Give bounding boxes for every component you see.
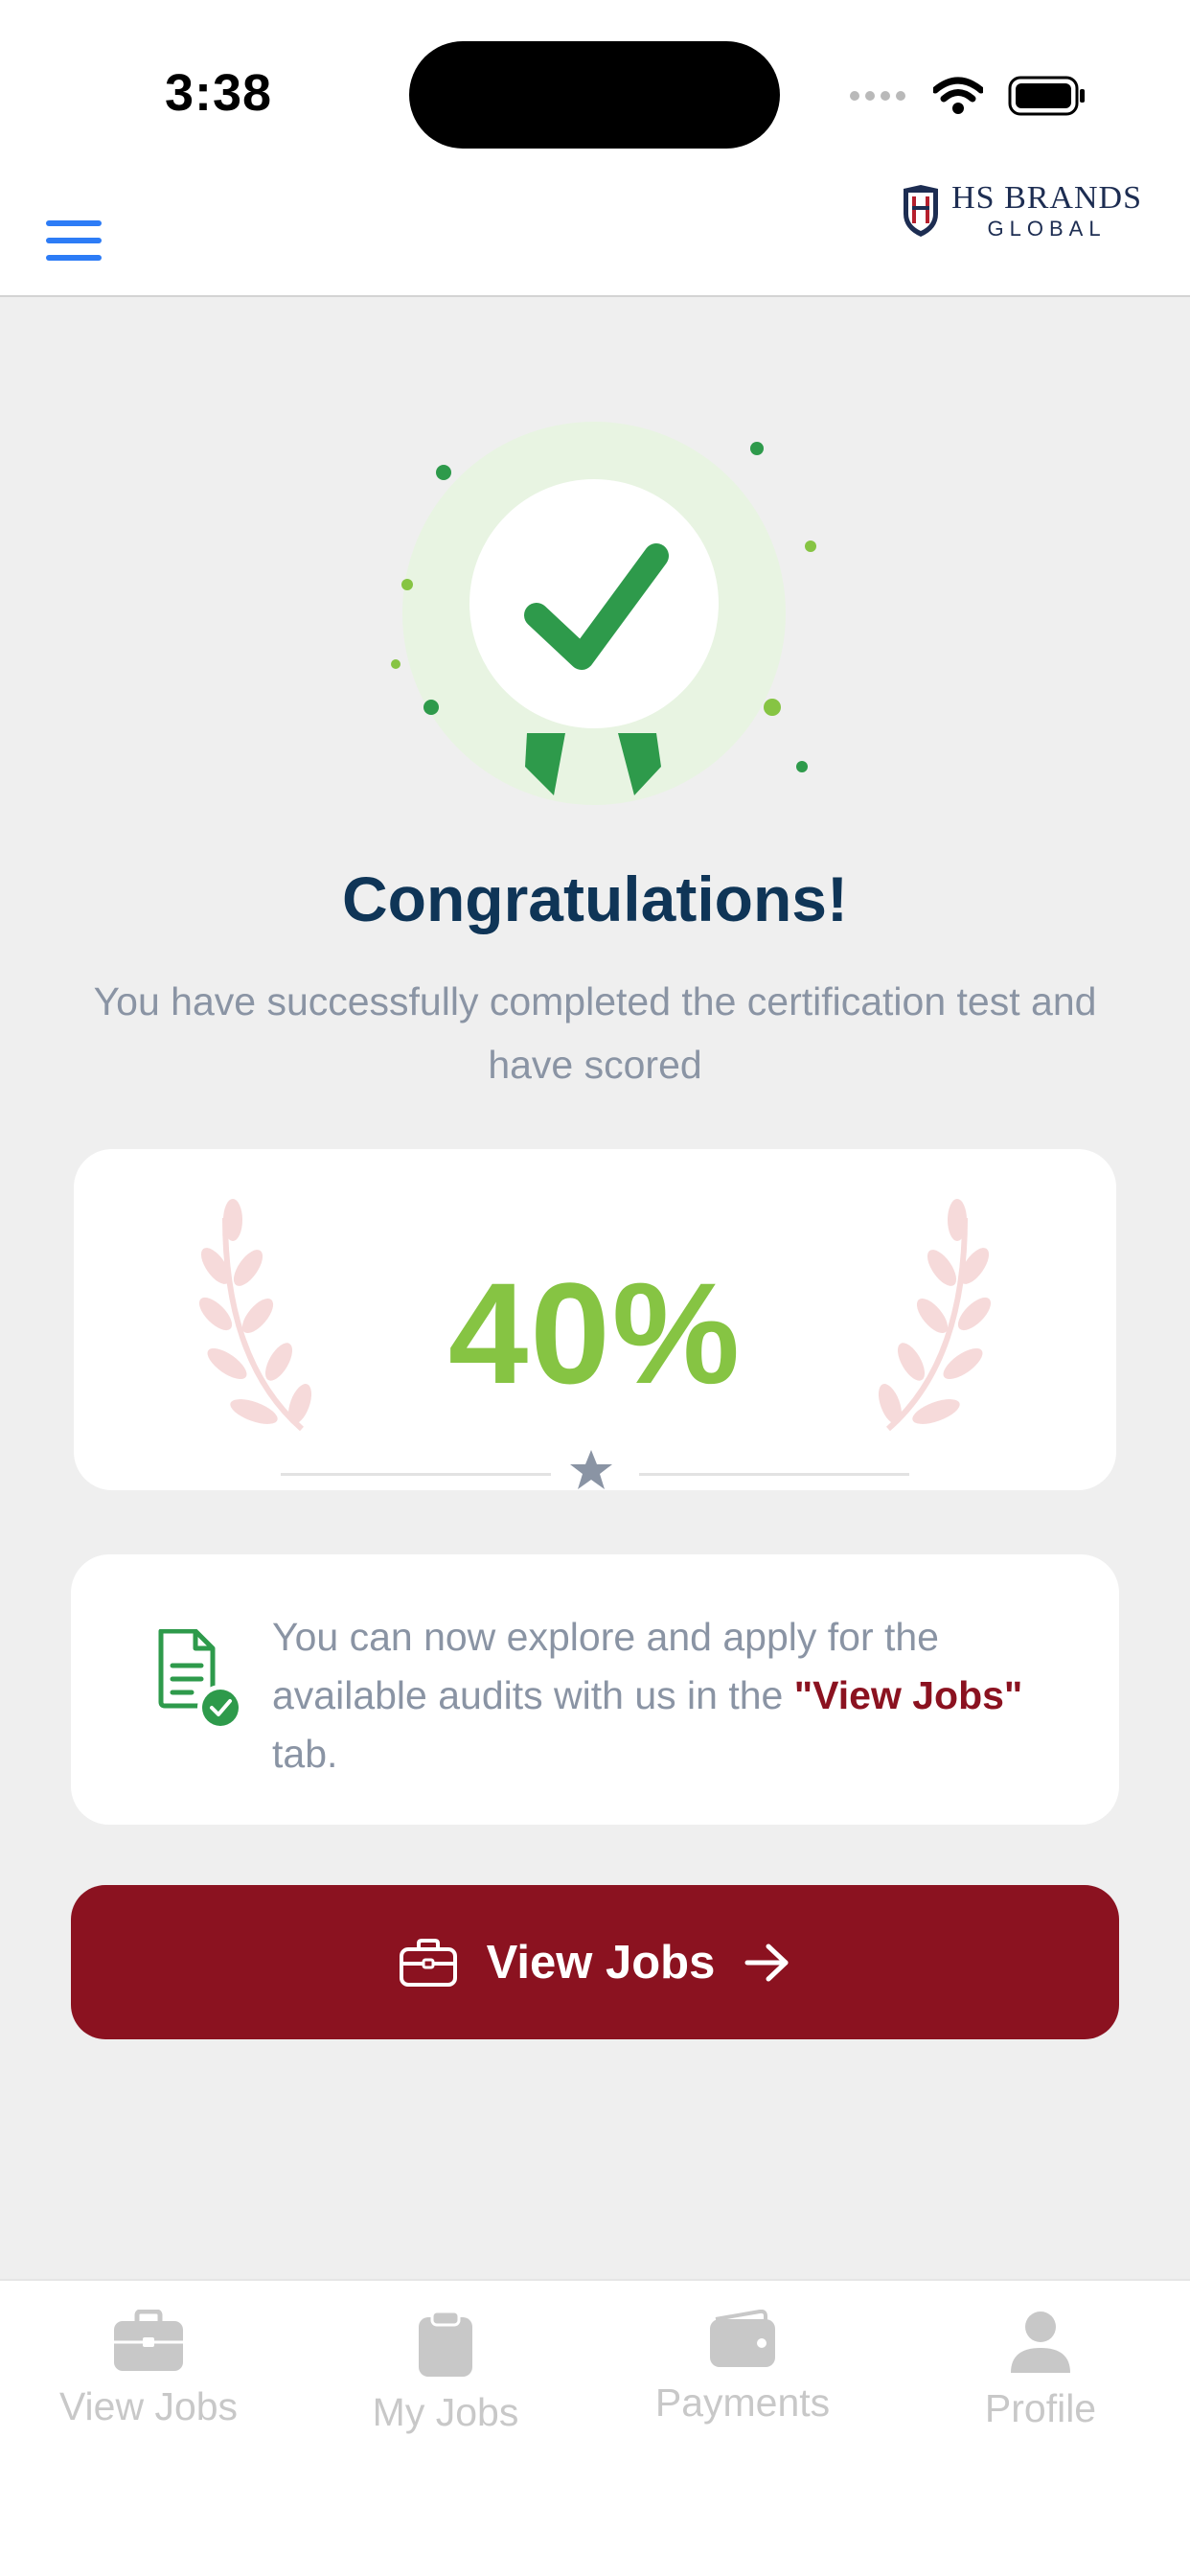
signal-icon [850,91,905,101]
person-icon [1011,2312,1070,2373]
screen: 3:38 HS BRANDS GLOBAL Congratulations! Y… [0,0,1190,2576]
view-jobs-button[interactable]: View Jobs [71,1885,1119,2039]
tab-bar: View Jobs My Jobs Payments Profile [0,2279,1190,2576]
tab-my-jobs[interactable]: My Jobs [321,2310,570,2435]
info-text: You can now explore and apply for the av… [272,1608,1058,1783]
menu-line [46,220,102,226]
logo-text: HS BRANDS GLOBAL [951,182,1142,240]
info-card: You can now explore and apply for the av… [71,1554,1119,1825]
info-text-part: tab. [272,1732,338,1776]
briefcase-icon [114,2310,183,2371]
page-subtitle: You have successfully completed the cert… [93,979,1097,1087]
logo-sub: GLOBAL [987,217,1107,241]
wifi-icon [933,77,983,114]
star-icon [570,1450,612,1489]
battery-icon [1008,76,1085,116]
top-bar: 3:38 HS BRANDS GLOBAL [0,0,1190,297]
menu-line [46,238,102,243]
document-check-icon [158,1629,243,1731]
tab-profile[interactable]: Profile [916,2310,1165,2431]
tab-label: View Jobs [58,2384,239,2428]
shield-icon [904,185,939,237]
logo-brand: HS BRANDS [951,180,1142,216]
arrow-right-icon [744,1944,789,1981]
dynamic-island [409,41,780,149]
tab-view-jobs[interactable]: View Jobs [24,2310,273,2429]
score-card: 40% [74,1149,1116,1490]
brand-logo: HS BRANDS GLOBAL [902,182,1142,240]
tab-label: My Jobs [372,2390,519,2434]
status-icons [849,73,1087,119]
menu-line [46,255,102,261]
tab-label: Profile [984,2386,1097,2430]
tab-label: Payments [654,2380,831,2425]
score-value: 40% [447,1253,743,1414]
menu-button[interactable] [46,220,102,261]
wallet-icon [710,2310,775,2367]
clipboard-icon [419,2310,472,2377]
tab-payments[interactable]: Payments [618,2310,867,2426]
status-time: 3:38 [165,64,273,122]
view-jobs-highlight: "View Jobs" [793,1673,1023,1717]
divider-line [281,1473,551,1476]
divider-line [639,1473,909,1476]
page-title: Congratulations! [342,863,848,934]
success-badge-icon [391,422,816,805]
briefcase-icon [399,1938,457,1987]
view-jobs-button-label: View Jobs [486,1936,716,1989]
